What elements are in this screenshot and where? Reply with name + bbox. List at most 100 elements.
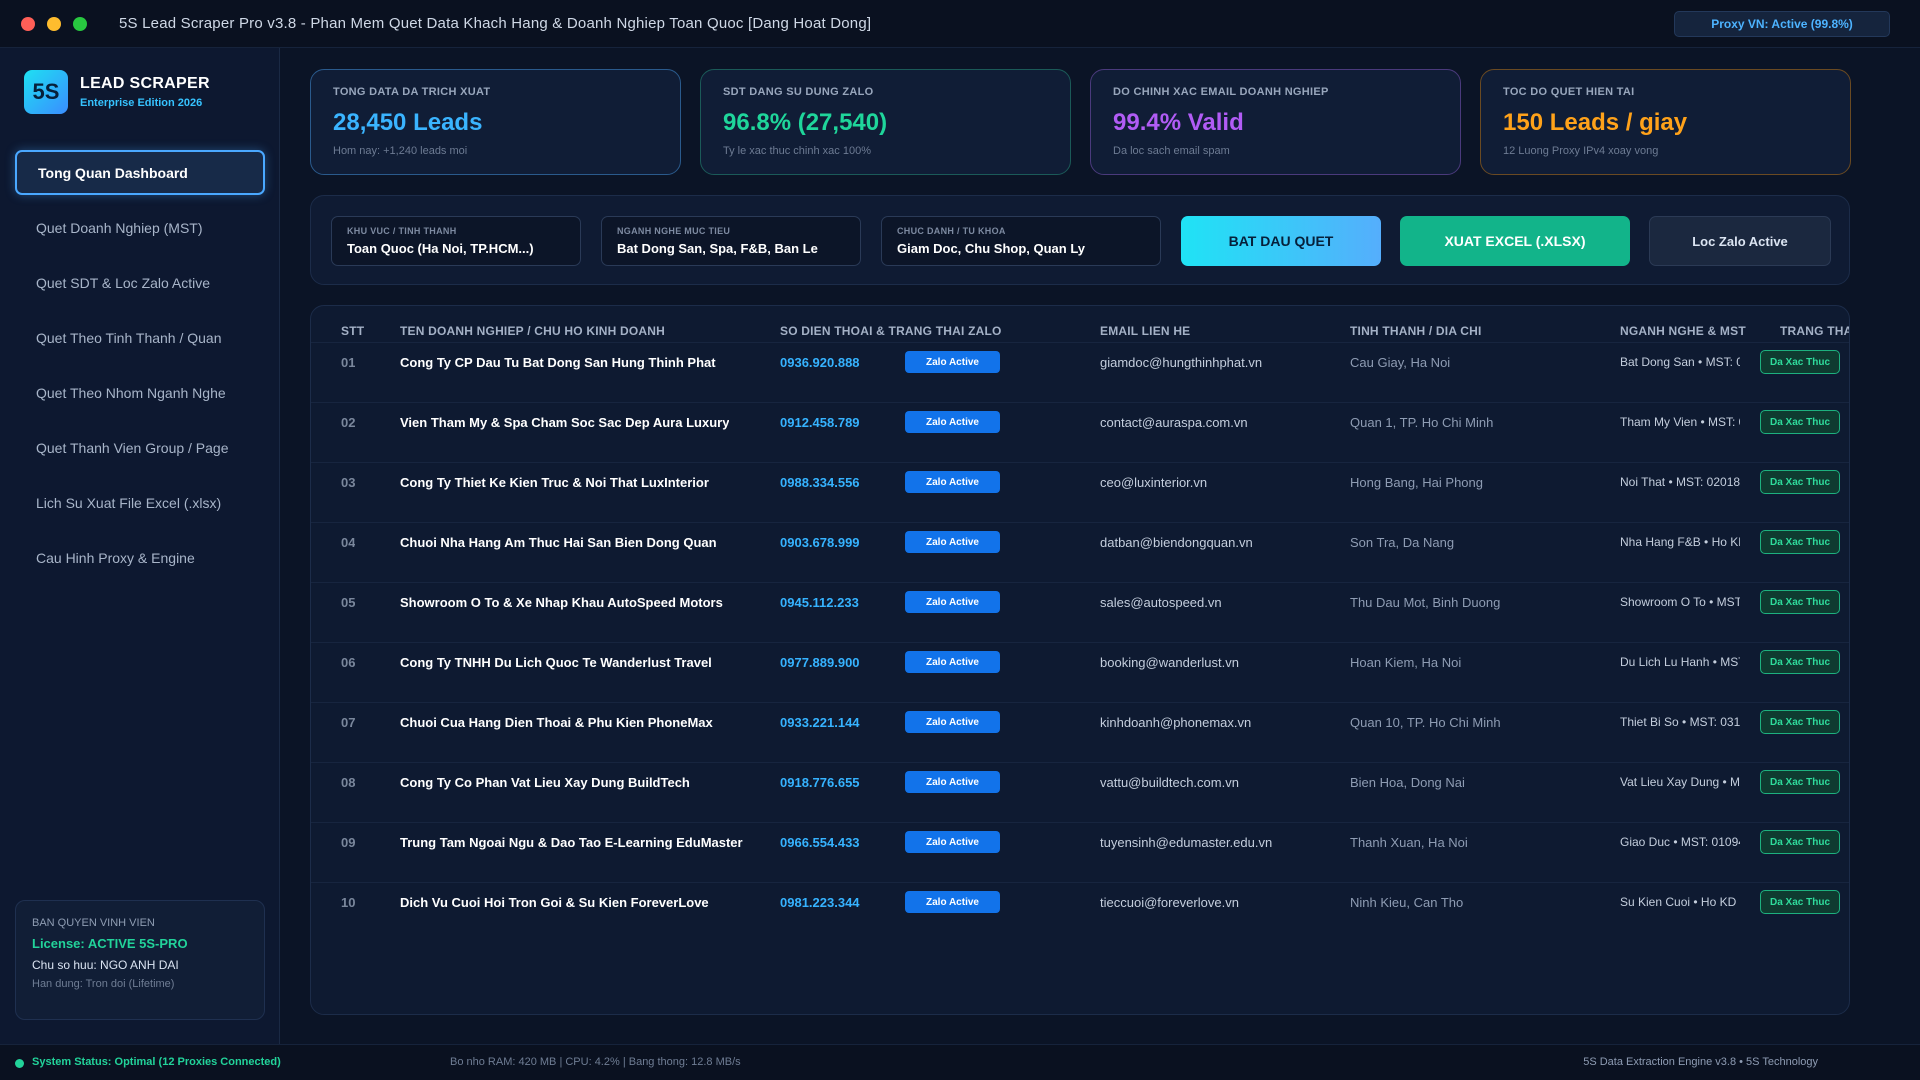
cell-status: Da Xac Thuc — [1760, 703, 1840, 741]
sidebar-item-business-scan[interactable]: Quet Doanh Nghiep (MST) — [15, 205, 265, 250]
license-expiry: Han dung: Tron doi (Lifetime) — [32, 978, 175, 990]
cell-phone[interactable]: 0936.920.888 — [780, 343, 860, 381]
maximize-window-button[interactable] — [73, 16, 87, 31]
stat-label: TONG DATA DA TRICH XUAT — [333, 86, 491, 98]
cell-business-name: Dich Vu Cuoi Hoi Tron Goi & Su Kien Fore… — [400, 894, 709, 910]
industry-label: NGANH NGHE MUC TIEU — [617, 226, 731, 236]
table-row[interactable]: 08 Cong Ty Co Phan Vat Lieu Xay Dung Buil… — [311, 762, 1849, 822]
sidebar: 5S LEAD SCRAPER Enterprise Edition 2026 … — [0, 48, 280, 1044]
stat-subtext: Da loc sach email spam — [1113, 145, 1230, 157]
cell-phone[interactable]: 0912.458.789 — [780, 403, 860, 441]
brand: 5S LEAD SCRAPER Enterprise Edition 2026 — [24, 70, 210, 114]
cell-zalo: Zalo Active — [905, 523, 1000, 561]
header-status[interactable]: TRANG THAI — [1780, 324, 1849, 338]
cell-zalo: Zalo Active — [905, 583, 1000, 621]
cell-email[interactable]: ceo@luxinterior.vn — [1100, 463, 1207, 501]
cell-email[interactable]: vattu@buildtech.com.vn — [1100, 763, 1239, 801]
header-name[interactable]: TEN DOANH NGHIEP / CHU HO KINH DOANH — [400, 324, 665, 338]
sidebar-item-group-scan[interactable]: Quet Thanh Vien Group / Page — [15, 425, 265, 470]
cell-email[interactable]: contact@auraspa.com.vn — [1100, 403, 1248, 441]
cell-stt: 09 — [341, 834, 356, 850]
cell-zalo: Zalo Active — [905, 403, 1000, 441]
header-address[interactable]: TINH THANH / DIA CHI — [1350, 324, 1482, 338]
cell-phone[interactable]: 0977.889.900 — [780, 643, 860, 681]
cell-address: Thu Dau Mot, Binh Duong — [1350, 594, 1501, 610]
table-row[interactable]: 10 Dich Vu Cuoi Hoi Tron Goi & Su Kien Fo… — [311, 882, 1849, 942]
region-field[interactable]: KHU VUC / TINH THANH Toan Quoc (Ha Noi, … — [331, 216, 581, 266]
filter-panel: KHU VUC / TINH THANH Toan Quoc (Ha Noi, … — [310, 195, 1850, 285]
cell-address: Hoan Kiem, Ha Noi — [1350, 654, 1462, 670]
header-phone[interactable]: SO DIEN THOAI & TRANG THAI ZALO — [780, 324, 1002, 338]
verified-status-badge: Da Xac Thuc — [1760, 590, 1840, 614]
table-row[interactable]: 03 Cong Ty Thiet Ke Kien Truc & Noi That … — [311, 462, 1849, 522]
cell-industry: Noi That • MST: 0201849 — [1620, 475, 1740, 489]
keyword-value: Giam Doc, Chu Shop, Quan Ly — [897, 241, 1086, 256]
cell-email[interactable]: tieccuoi@foreverlove.vn — [1100, 883, 1239, 921]
cell-status: Da Xac Thuc — [1760, 343, 1840, 381]
window-controls — [21, 16, 87, 31]
sidebar-item-phone-zalo-scan[interactable]: Quet SDT & Loc Zalo Active — [15, 260, 265, 305]
cell-industry: Tham My Vien • MST: 031 — [1620, 415, 1740, 429]
cell-phone[interactable]: 0945.112.233 — [780, 583, 859, 621]
cell-email[interactable]: kinhdoanh@phonemax.vn — [1100, 703, 1251, 741]
cell-email[interactable]: datban@biendongquan.vn — [1100, 523, 1253, 561]
industry-field[interactable]: NGANH NGHE MUC TIEU Bat Dong San, Spa, F… — [601, 216, 861, 266]
license-heading: BAN QUYEN VINH VIEN — [32, 917, 155, 929]
cell-address: Cau Giay, Ha Noi — [1350, 354, 1451, 370]
verified-status-badge: Da Xac Thuc — [1760, 830, 1840, 854]
cell-email[interactable]: tuyensinh@edumaster.edu.vn — [1100, 823, 1272, 861]
cell-email[interactable]: giamdoc@hungthinhphat.vn — [1100, 343, 1262, 381]
cell-stt: 08 — [341, 774, 356, 790]
cell-zalo: Zalo Active — [905, 883, 1000, 921]
cell-industry: Du Lich Lu Hanh • MST: 0 — [1620, 655, 1740, 669]
start-scan-button[interactable]: BAT DAU QUET — [1181, 216, 1381, 266]
stat-label: TOC DO QUET HIEN TAI — [1503, 86, 1635, 98]
table-row[interactable]: 07 Chuoi Cua Hang Dien Thoai & Phu Kien P… — [311, 702, 1849, 762]
cell-email[interactable]: sales@autospeed.vn — [1100, 583, 1222, 621]
sidebar-item-dashboard[interactable]: Tong Quan Dashboard — [15, 150, 265, 195]
cell-status: Da Xac Thuc — [1760, 403, 1840, 441]
status-bar: System Status: Optimal (12 Proxies Conne… — [0, 1044, 1920, 1080]
minimize-window-button[interactable] — [47, 16, 61, 31]
cell-phone[interactable]: 0981.223.344 — [780, 883, 860, 921]
cell-business-name: Cong Ty Co Phan Vat Lieu Xay Dung BuildT… — [400, 774, 690, 790]
cell-business-name: Chuoi Cua Hang Dien Thoai & Phu Kien Pho… — [400, 714, 713, 730]
header-stt[interactable]: STT — [341, 324, 364, 338]
engine-info: 5S Data Extraction Engine v3.8 • 5S Tech… — [1583, 1056, 1818, 1068]
cell-phone[interactable]: 0933.221.144 — [780, 703, 860, 741]
region-value: Toan Quoc (Ha Noi, TP.HCM...) — [347, 241, 534, 256]
table-row[interactable]: 06 Cong Ty TNHH Du Lich Quoc Te Wanderlus… — [311, 642, 1849, 702]
cell-status: Da Xac Thuc — [1760, 463, 1840, 501]
cell-phone[interactable]: 0918.776.655 — [780, 763, 860, 801]
cell-zalo: Zalo Active — [905, 703, 1000, 741]
cell-industry: Bat Dong San • MST: 010 — [1620, 355, 1740, 369]
header-email[interactable]: EMAIL LIEN HE — [1100, 324, 1190, 338]
brand-subtitle: Enterprise Edition 2026 — [80, 97, 203, 109]
sidebar-item-proxy-config[interactable]: Cau Hinh Proxy & Engine — [15, 535, 265, 580]
keyword-field[interactable]: CHUC DANH / TU KHOA Giam Doc, Chu Shop, … — [881, 216, 1161, 266]
cell-status: Da Xac Thuc — [1760, 883, 1840, 921]
table-row[interactable]: 05 Showroom O To & Xe Nhap Khau AutoSpeed… — [311, 582, 1849, 642]
cell-phone[interactable]: 0903.678.999 — [780, 523, 860, 561]
zalo-active-badge: Zalo Active — [905, 771, 1000, 793]
cell-phone[interactable]: 0988.334.556 — [780, 463, 860, 501]
stat-subtext: Ty le xac thuc chinh xac 100% — [723, 145, 871, 157]
verified-status-badge: Da Xac Thuc — [1760, 710, 1840, 734]
cell-phone[interactable]: 0966.554.433 — [780, 823, 860, 861]
cell-email[interactable]: booking@wanderlust.vn — [1100, 643, 1239, 681]
export-excel-button[interactable]: XUAT EXCEL (.XLSX) — [1400, 216, 1630, 266]
stat-value: 99.4% Valid — [1113, 109, 1244, 136]
verified-status-badge: Da Xac Thuc — [1760, 890, 1840, 914]
table-row[interactable]: 01 Cong Ty CP Dau Tu Bat Dong San Hung Th… — [311, 342, 1849, 402]
table-row[interactable]: 04 Chuoi Nha Hang Am Thuc Hai San Bien Do… — [311, 522, 1849, 582]
sidebar-item-region-scan[interactable]: Quet Theo Tinh Thanh / Quan — [15, 315, 265, 360]
close-window-button[interactable] — [21, 16, 35, 31]
sidebar-item-industry-scan[interactable]: Quet Theo Nhom Nganh Nghe — [15, 370, 265, 415]
stat-value: 28,450 Leads — [333, 109, 483, 136]
sidebar-item-export-history[interactable]: Lich Su Xuat File Excel (.xlsx) — [15, 480, 265, 525]
table-row[interactable]: 02 Vien Tham My & Spa Cham Soc Sac Dep Au… — [311, 402, 1849, 462]
table-row[interactable]: 09 Trung Tam Ngoai Ngu & Dao Tao E-Learni… — [311, 822, 1849, 882]
cell-address: Hong Bang, Hai Phong — [1350, 474, 1483, 490]
filter-zalo-button[interactable]: Loc Zalo Active — [1649, 216, 1831, 266]
header-industry[interactable]: NGANH NGHE & MST — [1620, 324, 1746, 338]
